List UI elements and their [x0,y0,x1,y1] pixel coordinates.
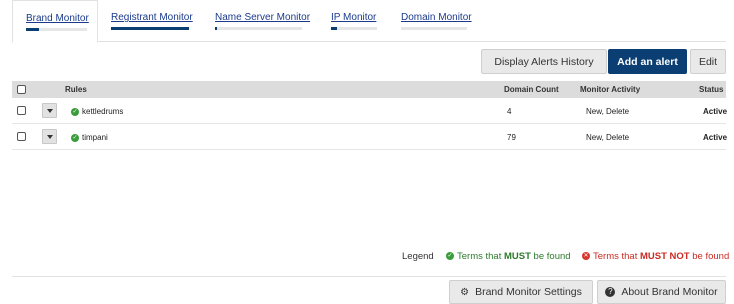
domain-count-cell: 79 [507,133,516,142]
legend-must-item: ✓ Terms that MUST be found [446,251,571,263]
select-all-checkbox[interactable] [17,85,26,94]
tab-progress-bar [215,27,302,30]
tab-label: IP Monitor [331,12,377,23]
tab-progress-fill [215,27,217,30]
gear-icon: ⚙ [460,286,470,298]
tab-domain-monitor[interactable]: Domain Monitor [401,0,473,42]
table-row: ✓ kettledrums 4 New, Delete Active [12,98,728,124]
legend-mustnot-bold: MUST NOT [640,251,690,262]
tab-label: Brand Monitor [26,13,89,24]
table-row: ✓ timpani 79 New, Delete Active [12,124,728,150]
edit-button[interactable]: Edit [690,49,726,74]
row-checkbox[interactable] [17,132,26,141]
rule-cell[interactable]: ✓ kettledrums [71,107,123,116]
tab-progress-fill [331,27,337,30]
brand-monitor-settings-button[interactable]: ⚙ Brand Monitor Settings [449,280,593,304]
rule-name: kettledrums [82,107,124,116]
domain-count-column-header: Domain Count [504,85,559,94]
rule-name: timpani [82,133,108,142]
check-circle-icon: ✓ [71,107,79,116]
rules-column-header: Rules [65,85,87,94]
monitor-activity-cell: New, Delete [586,133,630,142]
row-checkbox[interactable] [17,106,26,115]
rules-table-header: Rules Domain Count Monitor Activity Stat… [12,81,726,98]
monitor-activity-cell: New, Delete [586,107,630,116]
question-circle-icon: ? [605,287,616,297]
monitor-tabs: Brand Monitor Registrant Monitor Name Se… [12,0,726,43]
tab-progress-bar [26,28,87,31]
about-brand-monitor-button[interactable]: ? About Brand Monitor [597,280,726,304]
tab-progress-fill [111,27,189,30]
about-label: About Brand Monitor [621,286,718,298]
row-menu-dropdown[interactable] [42,129,57,144]
footer-divider [12,276,726,277]
tab-registrant-monitor[interactable]: Registrant Monitor [111,0,195,42]
legend-mustnot-prefix: Terms that [593,251,640,262]
rule-cell[interactable]: ✓ timpani [71,133,108,142]
check-circle-icon: ✓ [446,252,454,261]
display-alerts-history-button[interactable]: Display Alerts History [481,49,607,74]
tab-brand-monitor[interactable]: Brand Monitor [12,0,98,43]
legend-label: Legend [402,251,434,262]
tab-progress-bar [331,27,377,30]
tab-label: Registrant Monitor [111,12,193,23]
domain-count-cell: 4 [507,107,512,116]
legend-mustnot-item: ✕ Terms that MUST NOT be found [582,251,729,263]
tab-ip-monitor[interactable]: IP Monitor [331,0,383,42]
tab-progress-fill [26,28,40,31]
add-alert-button[interactable]: Add an alert [608,49,687,74]
check-circle-icon: ✓ [71,133,79,142]
caret-down-icon [46,134,53,139]
tab-progress-bar [111,27,189,30]
legend-must-prefix: Terms that [457,251,504,262]
tab-progress-bar [401,27,467,30]
status-cell: Active [703,133,728,142]
tab-name-server-monitor[interactable]: Name Server Monitor [215,0,311,42]
monitor-activity-column-header: Monitor Activity [580,85,641,94]
row-menu-dropdown[interactable] [42,103,57,118]
tab-label: Name Server Monitor [215,12,311,23]
status-column-header: Status [699,85,724,94]
tab-label: Domain Monitor [401,12,472,23]
settings-label: Brand Monitor Settings [475,286,582,298]
caret-down-icon [46,108,53,113]
status-cell: Active [703,107,728,116]
x-circle-icon: ✕ [582,252,590,261]
legend-mustnot-suffix: be found [689,251,730,262]
legend-must-suffix: be found [530,251,571,262]
legend-must-bold: MUST [504,251,531,262]
